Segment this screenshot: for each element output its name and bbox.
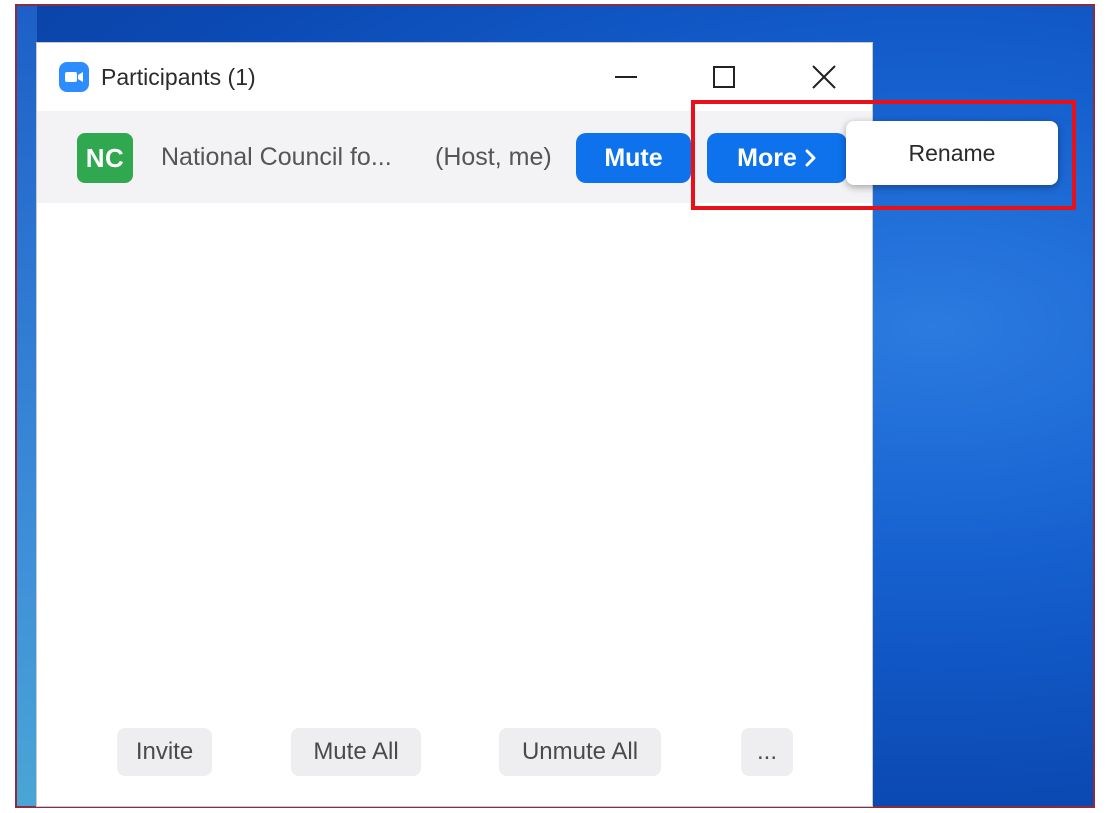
participant-name: National Council fo... [161, 143, 392, 171]
window-titlebar[interactable]: Participants (1) [37, 43, 872, 111]
maximize-button[interactable] [701, 55, 747, 99]
chevron-right-icon [805, 149, 816, 167]
close-icon [812, 65, 836, 89]
mute-all-button-label: Mute All [313, 738, 399, 765]
mute-button-label: Mute [604, 143, 663, 172]
more-options-label: ... [756, 738, 777, 765]
more-options-button[interactable]: ... [741, 728, 793, 776]
participants-window: Participants (1) NC National Council fo.… [36, 42, 873, 807]
invite-button[interactable]: Invite [117, 728, 212, 776]
invite-button-label: Invite [135, 738, 194, 765]
maximize-icon [713, 66, 735, 88]
unmute-all-button[interactable]: Unmute All [499, 728, 661, 776]
more-button[interactable]: More [707, 133, 847, 183]
minimize-icon [615, 76, 637, 78]
context-menu: Rename [846, 121, 1058, 185]
window-title: Participants (1) [101, 64, 256, 90]
mute-button[interactable]: Mute [576, 133, 691, 183]
mute-all-button[interactable]: Mute All [291, 728, 421, 776]
more-button-label: More [737, 143, 797, 172]
desktop-edge [17, 6, 37, 806]
close-button[interactable] [801, 55, 847, 99]
minimize-button[interactable] [603, 55, 649, 99]
unmute-all-button-label: Unmute All [521, 738, 639, 765]
menu-item-rename[interactable]: Rename [909, 140, 996, 167]
zoom-camera-icon [59, 62, 89, 92]
participant-row[interactable]: NC National Council fo... (Host, me) Mut… [37, 111, 872, 203]
participant-role: (Host, me) [435, 143, 552, 171]
avatar: NC [77, 133, 133, 183]
